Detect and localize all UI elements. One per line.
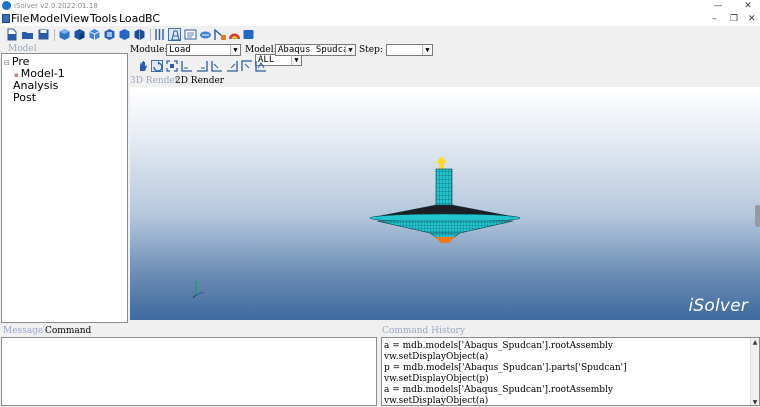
step-select[interactable]: ▼: [386, 44, 433, 56]
spudcan-bottom-cone: [376, 220, 514, 234]
model-value: Abaqus Spudcan: [278, 45, 354, 55]
view-left-icon[interactable]: [241, 60, 253, 72]
assembly-cube-icon[interactable]: [73, 28, 86, 41]
instance-cube-icon[interactable]: [118, 28, 131, 41]
history-line: a = mdb.models['Abaqus_Spudcan'].rootAss…: [384, 341, 613, 351]
chevron-down-icon: ▼: [345, 45, 355, 55]
material-icon[interactable]: [184, 28, 197, 41]
history-line: p = mdb.models['Abaqus_Spudcan'].parts['…: [384, 363, 627, 373]
chevron-down-icon: ▼: [230, 45, 240, 55]
isolver-window: iSolver v2.0.2022.01.18 — ✕ File Model V…: [0, 0, 760, 407]
tree-item-post[interactable]: Post: [13, 91, 36, 104]
document-icon: [2, 14, 10, 23]
bullet-icon: ▪: [14, 71, 19, 79]
history-line: vw.setDisplayObject(a): [384, 396, 489, 406]
load-step-icon[interactable]: [199, 28, 212, 41]
pan-hand-icon[interactable]: [137, 60, 149, 72]
menu-bar: File Model View Tools Load BC – ❐ ✕: [0, 12, 760, 26]
module-select[interactable]: Load ▼: [166, 44, 241, 56]
view-front-icon[interactable]: [181, 60, 193, 72]
tab-message[interactable]: Message: [3, 326, 43, 337]
viewport-scroll-handle[interactable]: [755, 205, 760, 227]
history-line: vw.setDisplayObject(p): [384, 374, 489, 384]
model-tree: ⊟ Pre ▪ Model-1 Analysis Post: [1, 53, 128, 323]
command-input-area[interactable]: [1, 337, 377, 406]
menu-model[interactable]: Model: [30, 12, 63, 26]
menu-load[interactable]: Load: [119, 12, 145, 26]
window-title: iSolver v2.0.2022.01.18: [14, 2, 98, 10]
model-select[interactable]: Abaqus Spudcan ▼: [275, 44, 356, 56]
section-cube-icon[interactable]: [103, 28, 116, 41]
load-arrow: [436, 156, 447, 170]
collapse-icon[interactable]: ⊟: [4, 59, 10, 67]
part-cube-icon[interactable]: [58, 28, 71, 41]
view-iso-icon[interactable]: [255, 60, 267, 72]
boundary-condition-icon[interactable]: [214, 28, 227, 41]
scroll-down-icon[interactable]: ▼: [751, 398, 759, 405]
tab-2d-render[interactable]: 2D Render: [175, 76, 224, 87]
3d-viewport[interactable]: iSolver: [130, 87, 760, 320]
grid-lines-icon[interactable]: [153, 28, 166, 41]
app-logo-icon: [2, 1, 11, 10]
mesh-cube-icon[interactable]: [88, 28, 101, 41]
chevron-down-icon: ▼: [422, 45, 432, 55]
fit-view-icon[interactable]: [166, 60, 178, 72]
command-history-caption: Command History: [382, 326, 465, 336]
spudcan-shaft: [435, 168, 453, 210]
model-label: Model:: [245, 45, 277, 55]
window-close-button[interactable]: ✕: [736, 0, 760, 12]
open-folder-icon[interactable]: [21, 28, 34, 41]
new-file-icon[interactable]: [5, 28, 18, 41]
main-toolbar: ALL ▼: [0, 26, 760, 66]
view-bottom-icon[interactable]: [226, 60, 238, 72]
save-icon[interactable]: [37, 28, 50, 41]
menu-bc[interactable]: BC: [145, 12, 160, 26]
tab-3d-render[interactable]: 3D Render: [130, 76, 179, 87]
history-scrollbar[interactable]: ▲ ▼: [750, 338, 759, 405]
mesh-view-icon[interactable]: [168, 28, 181, 41]
module-value: Load: [169, 45, 191, 55]
tab-command[interactable]: Command: [45, 326, 91, 337]
isolver-watermark: iSolver: [688, 296, 748, 316]
mdi-close-button[interactable]: ✕: [748, 12, 756, 26]
menu-tools[interactable]: Tools: [90, 12, 117, 26]
title-bar: iSolver v2.0.2022.01.18 — ✕: [0, 0, 760, 12]
command-history-panel: a = mdb.models['Abaqus_Spudcan'].rootAss…: [381, 337, 760, 406]
history-line: a = mdb.models['Abaqus_Spudcan'].rootAss…: [384, 385, 613, 395]
menu-file[interactable]: File: [11, 12, 29, 26]
axis-triad-icon: [192, 281, 205, 299]
tree-item-label: Post: [13, 91, 37, 104]
view-back-icon[interactable]: [196, 60, 208, 72]
window-minimize-button[interactable]: —: [706, 0, 730, 12]
step-label: Step:: [359, 45, 383, 55]
scroll-up-icon[interactable]: ▲: [751, 338, 759, 347]
spudcan-tip: [435, 237, 455, 243]
view-top-icon[interactable]: [211, 60, 223, 72]
field-output-icon[interactable]: [228, 28, 241, 41]
mdi-restore-button[interactable]: ❐: [730, 12, 738, 26]
mdi-minimize-button[interactable]: –: [712, 12, 717, 26]
chevron-down-icon: ▼: [291, 55, 301, 65]
step-cube-icon[interactable]: [133, 28, 146, 41]
job-monitor-icon[interactable]: [242, 28, 255, 41]
menu-view[interactable]: View: [63, 12, 89, 26]
module-label: Module:: [130, 45, 168, 55]
spudcan-model-render: [192, 156, 521, 299]
history-line: vw.setDisplayObject(a): [384, 352, 489, 362]
rotate-view-icon[interactable]: [151, 60, 163, 72]
